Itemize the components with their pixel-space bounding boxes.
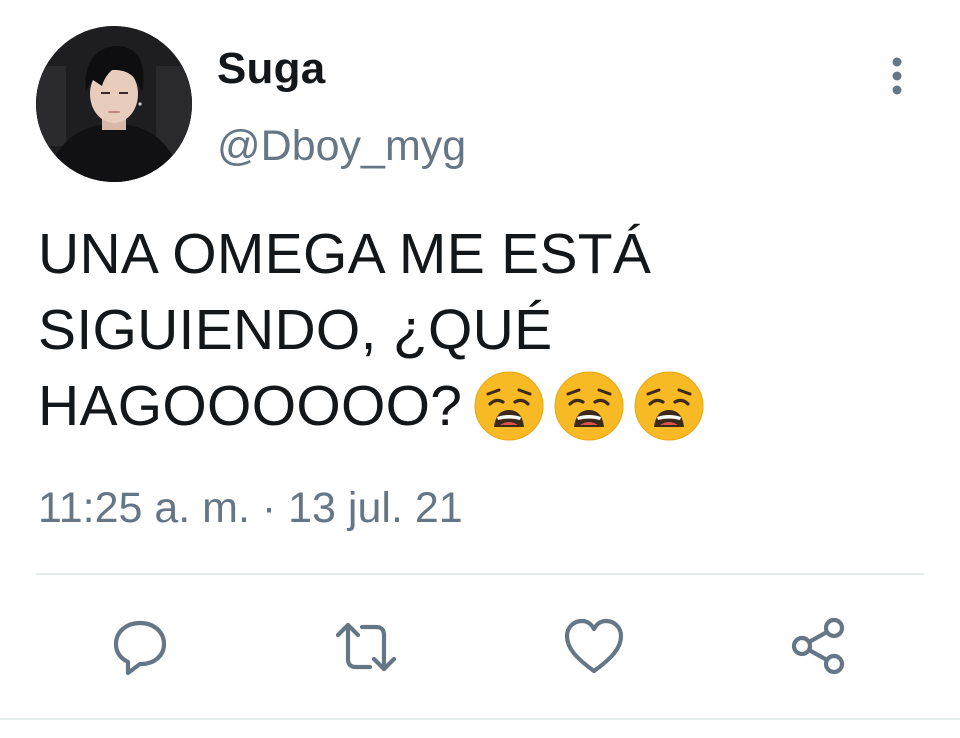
avatar[interactable] xyxy=(36,26,192,182)
tweet: Suga @Dboy_myg UNA OMEGA ME ESTÁ SIGUIEN… xyxy=(0,0,960,738)
retweet-icon xyxy=(335,622,397,672)
user-handle[interactable]: @Dboy_myg xyxy=(217,122,466,171)
like-button[interactable] xyxy=(562,615,626,679)
heart-icon xyxy=(564,618,624,674)
divider xyxy=(36,573,924,575)
avatar-image xyxy=(36,26,192,182)
divider xyxy=(0,718,960,720)
tweet-text: UNA OMEGA ME ESTÁ SIGUIENDO, ¿QUÉ HAGOOO… xyxy=(38,216,898,449)
retweet-button[interactable] xyxy=(334,615,398,679)
weary-face-emoji xyxy=(634,371,704,441)
emoji-group xyxy=(472,364,712,443)
tweet-timestamp[interactable]: 11:25 a. m. · 13 jul. 21 xyxy=(38,484,463,533)
weary-face-emoji xyxy=(474,371,544,441)
display-name[interactable]: Suga xyxy=(217,44,325,94)
more-options-button[interactable] xyxy=(872,52,922,102)
vertical-ellipsis-icon xyxy=(892,57,902,95)
reply-button[interactable] xyxy=(108,615,172,679)
share-icon xyxy=(791,617,845,675)
tweet-text-line: SIGUIENDO, ¿QUÉ xyxy=(38,298,553,362)
tweet-text-line: UNA OMEGA ME ESTÁ xyxy=(38,222,652,286)
tweet-text-line-content: HAGOOOOOO? xyxy=(38,374,463,438)
share-button[interactable] xyxy=(788,615,852,679)
reply-icon xyxy=(113,620,167,676)
weary-face-emoji xyxy=(554,371,624,441)
tweet-text-line: HAGOOOOOO? xyxy=(38,368,898,449)
